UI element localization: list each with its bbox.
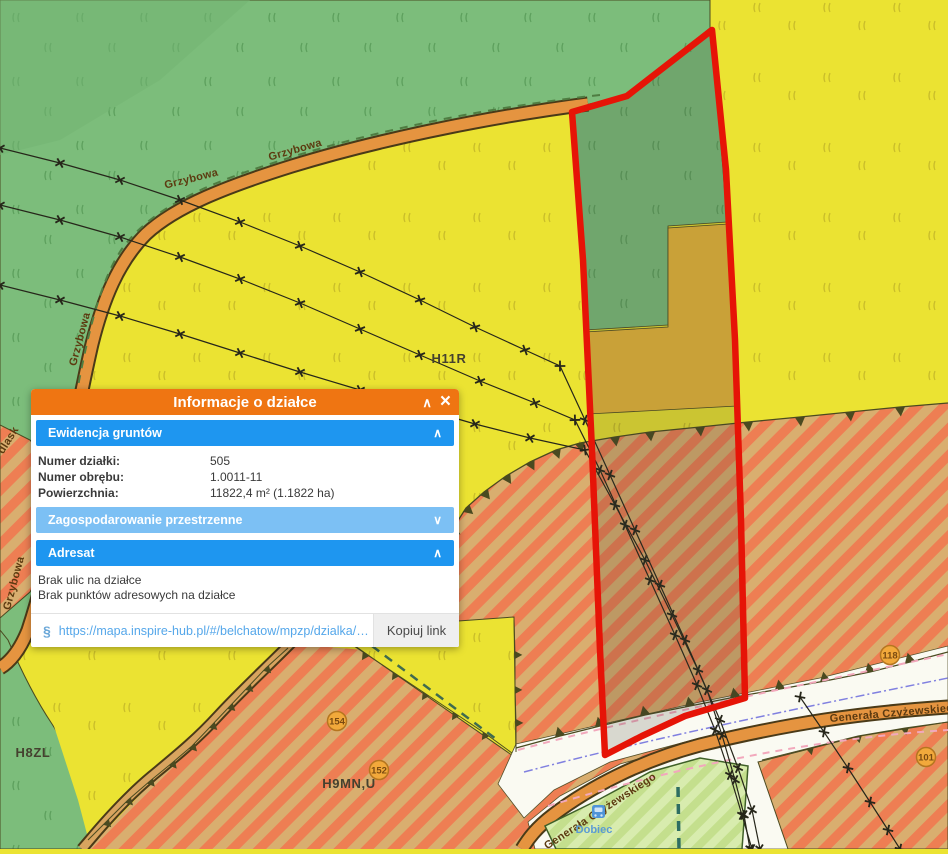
bus-stop-icon[interactable] xyxy=(592,805,605,818)
field-value: 11822,4 m² (1.1822 ha) xyxy=(210,485,335,501)
field-value: 1.0011-11 xyxy=(210,469,262,485)
field-row: Numer obrębu: 1.0011-11 xyxy=(38,469,452,485)
svg-text:152: 152 xyxy=(371,766,387,777)
svg-text:118: 118 xyxy=(882,651,897,662)
section-label: Zagospodarowanie przestrzenne xyxy=(48,513,242,527)
svg-text:101: 101 xyxy=(918,753,935,764)
parcel-info-popup: Informacje o działce ∧ × Ewidencja grunt… xyxy=(31,389,459,647)
field-value: 505 xyxy=(210,453,230,469)
chevron-down-icon: ∨ xyxy=(433,513,442,527)
field-label: Powierzchnia: xyxy=(38,485,210,501)
copy-link-button[interactable]: Kopiuj link xyxy=(373,614,459,647)
adresat-line: Brak ulic na działce xyxy=(38,573,452,588)
zone-label-h8zl: H8ZL xyxy=(16,745,51,760)
section-label: Ewidencja gruntów xyxy=(48,426,162,440)
adresat-content: Brak ulic na działce Brak punktów adreso… xyxy=(36,570,454,611)
link-chain-icon: § xyxy=(31,623,59,639)
svg-text:154: 154 xyxy=(329,717,346,728)
adresat-line: Brak punktów adresowych na działce xyxy=(38,588,452,603)
collapse-icon[interactable]: ∧ xyxy=(422,396,432,409)
chevron-up-icon: ∧ xyxy=(433,426,442,440)
ewidencja-fields: Numer działki: 505 Numer obrębu: 1.0011-… xyxy=(36,450,454,507)
zone-label-h9mnu: H9MN,U xyxy=(322,776,375,791)
chevron-up-icon: ∧ xyxy=(433,546,442,560)
section-label: Adresat xyxy=(48,546,95,560)
parcel-link-row: § https://mapa.inspire-hub.pl/#/belchato… xyxy=(31,613,459,647)
popup-title: Informacje o działce xyxy=(31,394,459,411)
zone-label-h11r: H11R xyxy=(432,351,467,366)
section-adresat[interactable]: Adresat ∧ xyxy=(36,540,454,566)
bus-stop-label: Dobiec xyxy=(576,824,613,836)
field-row: Numer działki: 505 xyxy=(38,453,452,469)
field-label: Numer obrębu: xyxy=(38,469,210,485)
plot-badge-101: 101 xyxy=(917,748,936,767)
plot-badge-118: 118 xyxy=(881,646,900,665)
plot-badge-152: 152 xyxy=(370,761,389,780)
popup-body: Ewidencja gruntów ∧ Numer działki: 505 N… xyxy=(31,415,459,647)
plot-badge-154: 154 xyxy=(328,712,347,731)
parcel-link-url[interactable]: https://mapa.inspire-hub.pl/#/belchatow/… xyxy=(59,624,373,638)
section-ewidencja-gruntow[interactable]: Ewidencja gruntów ∧ xyxy=(36,420,454,446)
section-zagospodarowanie[interactable]: Zagospodarowanie przestrzenne ∨ xyxy=(36,507,454,533)
field-row: Powierzchnia: 11822,4 m² (1.1822 ha) xyxy=(38,485,452,501)
field-label: Numer działki: xyxy=(38,453,210,469)
popup-header[interactable]: Informacje o działce ∧ × xyxy=(31,389,459,415)
close-icon[interactable]: × xyxy=(440,392,451,411)
